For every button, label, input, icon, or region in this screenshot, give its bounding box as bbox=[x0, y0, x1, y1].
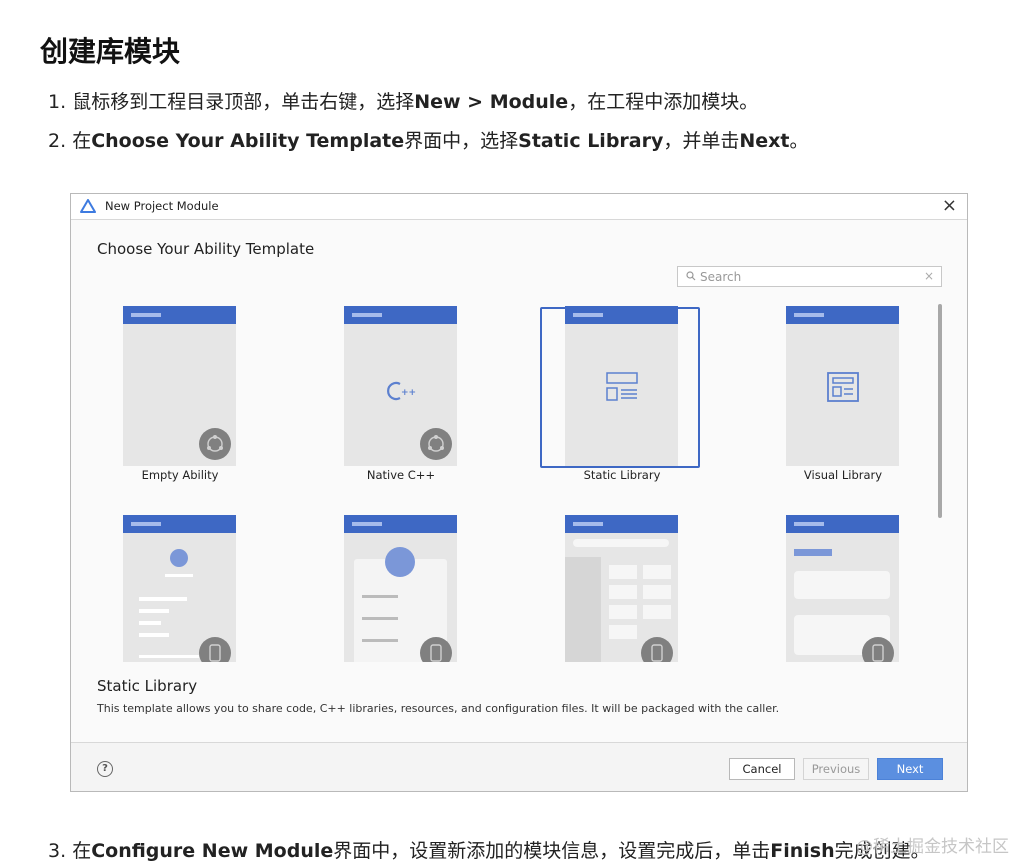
step-2: 2. 在Choose Your Ability Template界面中，选择St… bbox=[48, 130, 809, 152]
step-1: 1. 鼠标移到工程目录顶部，单击右键，选择New > Module，在工程中添加… bbox=[48, 91, 759, 113]
dialog-footer: ? Cancel Previous Next bbox=[71, 742, 967, 791]
library-icon bbox=[606, 372, 638, 401]
phone-badge-icon bbox=[862, 637, 894, 662]
dialog-title: New Project Module bbox=[105, 199, 219, 213]
watermark: @稀土掘金技术社区 bbox=[856, 837, 1009, 857]
step-3: 3. 在Configure New Module界面中，设置新添加的模块信息，设… bbox=[48, 840, 930, 862]
visual-library-icon bbox=[827, 372, 859, 402]
template-grid: Empty Ability ++ Native C++ Static Libra… bbox=[71, 299, 931, 662]
template-list-page[interactable] bbox=[100, 508, 280, 662]
previous-button[interactable]: Previous bbox=[803, 758, 869, 780]
template-category-page[interactable] bbox=[542, 508, 722, 662]
template-label: Visual Library bbox=[803, 468, 883, 482]
close-icon[interactable]: × bbox=[942, 195, 957, 216]
new-project-module-dialog: New Project Module × Choose Your Ability… bbox=[70, 193, 968, 792]
template-heading: Choose Your Ability Template bbox=[97, 240, 315, 258]
template-preview bbox=[123, 306, 236, 466]
description-text: This template allows you to share code, … bbox=[97, 702, 780, 715]
template-label: Empty Ability bbox=[141, 468, 219, 482]
ability-badge-icon bbox=[199, 428, 231, 460]
svg-text:++: ++ bbox=[401, 388, 416, 398]
template-empty-ability[interactable]: Empty Ability bbox=[100, 299, 280, 482]
template-preview: ++ bbox=[344, 306, 457, 466]
help-icon[interactable]: ? bbox=[97, 761, 113, 777]
description-title: Static Library bbox=[97, 677, 198, 695]
template-preview bbox=[344, 515, 457, 662]
template-profile-page[interactable] bbox=[321, 508, 501, 662]
template-list-scrollbar[interactable] bbox=[938, 304, 942, 518]
dialog-titlebar: New Project Module × bbox=[71, 194, 967, 220]
template-label: Static Library bbox=[583, 468, 661, 482]
template-preview bbox=[540, 306, 700, 468]
ability-badge-icon bbox=[420, 428, 452, 460]
template-preview bbox=[565, 515, 678, 662]
template-preview bbox=[786, 515, 899, 662]
template-native-cpp[interactable]: ++ Native C++ bbox=[321, 299, 501, 482]
phone-badge-icon bbox=[199, 637, 231, 662]
template-preview bbox=[786, 306, 899, 466]
search-placeholder: Search bbox=[700, 270, 742, 284]
search-icon bbox=[686, 271, 696, 281]
page-title: 创建库模块 bbox=[40, 35, 181, 68]
next-button[interactable]: Next bbox=[877, 758, 943, 780]
search-input[interactable]: Search × bbox=[677, 266, 942, 287]
clear-search-icon[interactable]: × bbox=[924, 269, 934, 283]
template-settings-page[interactable] bbox=[763, 508, 931, 662]
cpp-icon: ++ bbox=[387, 381, 416, 401]
template-visual-library[interactable]: Visual Library bbox=[763, 299, 931, 482]
app-logo-icon bbox=[80, 199, 96, 213]
phone-badge-icon bbox=[420, 637, 452, 662]
template-label: Native C++ bbox=[366, 468, 436, 482]
template-preview bbox=[123, 515, 236, 662]
cancel-button[interactable]: Cancel bbox=[729, 758, 795, 780]
template-static-library[interactable]: Static Library bbox=[540, 299, 722, 482]
phone-badge-icon bbox=[641, 637, 673, 662]
